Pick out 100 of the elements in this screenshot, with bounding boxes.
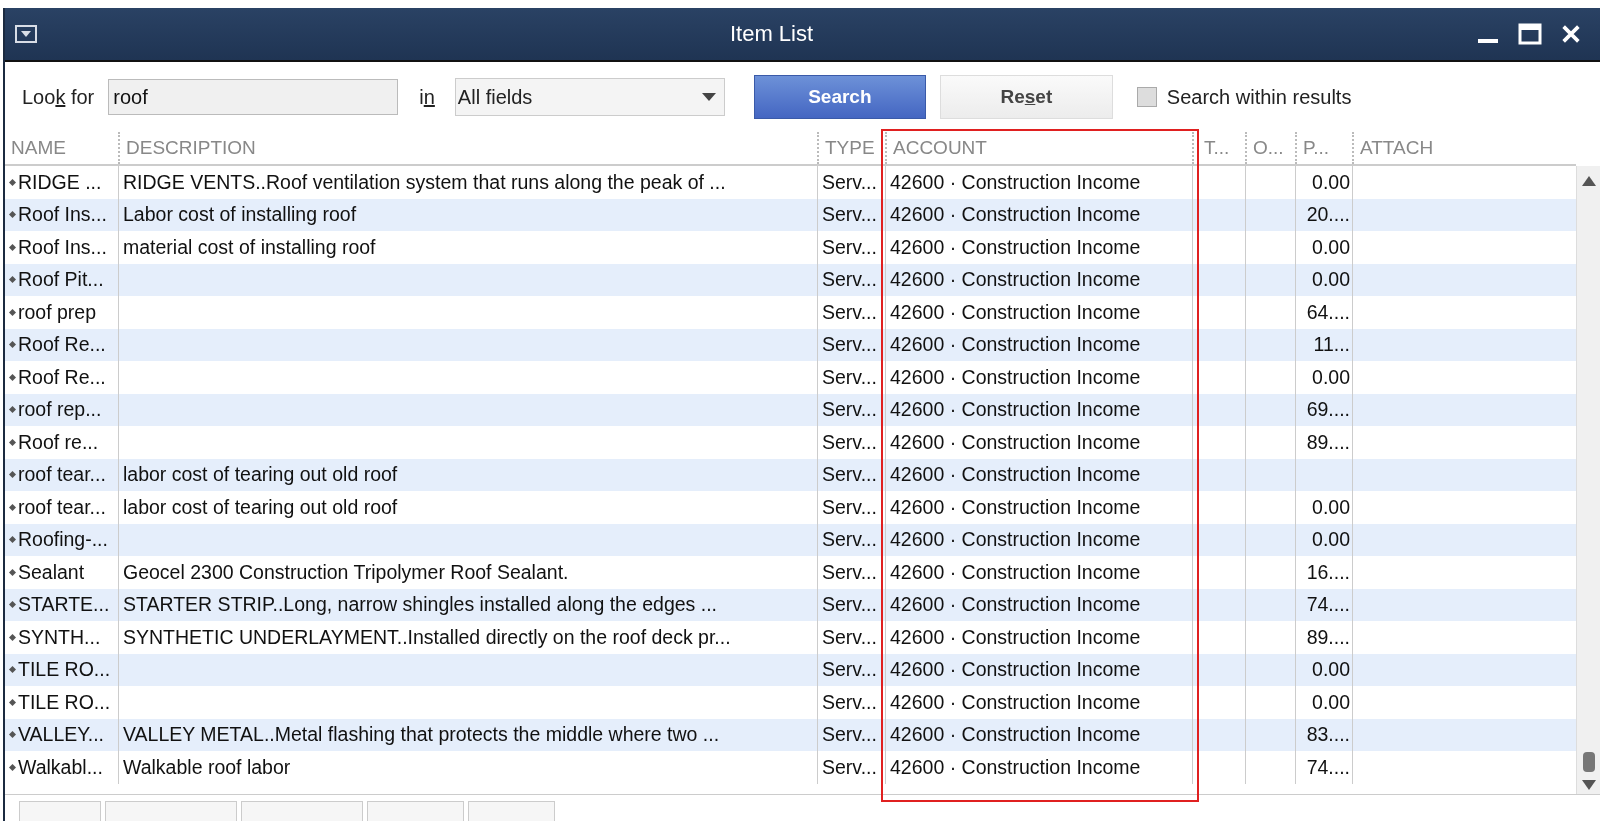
- table-cell: roof tear...: [18, 495, 106, 519]
- table-cell: Serv...: [817, 686, 885, 719]
- diamond-icon: [9, 471, 16, 479]
- table-cell: 42600 · Construction Income: [885, 393, 1192, 426]
- field-dropdown[interactable]: All fields: [454, 78, 725, 116]
- table-cell: Serv...: [817, 166, 885, 199]
- diamond-icon: [9, 536, 16, 544]
- table-cell: Labor cost of installing roof: [118, 198, 817, 231]
- table-cell: 11...: [1295, 328, 1352, 361]
- diamond-icon: [9, 276, 16, 284]
- diamond-icon: [9, 406, 16, 414]
- table-cell: STARTER STRIP..Long, narrow shingles installed along the edges ...: [118, 588, 817, 621]
- vertical-scrollbar[interactable]: [1576, 166, 1600, 794]
- table-cell: Serv...: [817, 393, 885, 426]
- table-cell: RIDGE VENTS..Roof ventilation system that runs along the peak of ...: [118, 166, 817, 199]
- table-cell: Serv...: [817, 231, 885, 264]
- table-cell: Serv...: [817, 556, 885, 589]
- diamond-icon: [9, 698, 16, 706]
- table-cell: RIDGE ...: [18, 170, 102, 194]
- table-cell: 16....: [1295, 556, 1352, 589]
- table-cell: 42600 · Construction Income: [885, 361, 1192, 394]
- table-cell: 74....: [1295, 751, 1352, 784]
- table-cell: Serv...: [817, 718, 885, 751]
- table-cell: 0.00: [1295, 361, 1352, 394]
- table-cell: Serv...: [817, 361, 885, 394]
- column-header[interactable]: TYPE: [817, 132, 885, 164]
- table-cell: 0.00: [1295, 653, 1352, 686]
- search-button[interactable]: Search: [753, 75, 926, 119]
- table-cell: Serv...: [817, 653, 885, 686]
- diamond-icon: [9, 731, 16, 739]
- table-cell: labor cost of tearing out old roof: [118, 491, 817, 524]
- dropdown-arrow-icon: [701, 93, 716, 101]
- scroll-up-icon[interactable]: [1581, 176, 1596, 186]
- column-header[interactable]: ACCOUNT: [885, 132, 1192, 164]
- table-cell: Roof re...: [18, 430, 99, 454]
- close-icon[interactable]: [1560, 23, 1582, 45]
- table-cell: 0.00: [1295, 523, 1352, 556]
- table-cell: 42600 · Construction Income: [885, 231, 1192, 264]
- scroll-down-icon[interactable]: [1581, 780, 1596, 790]
- look-for-field[interactable]: roof: [108, 79, 399, 115]
- diamond-icon: [9, 178, 16, 186]
- table-cell: Walkabl...: [18, 755, 103, 779]
- table-cell: roof tear...: [18, 463, 106, 487]
- table-cell: Roof Ins...: [18, 235, 107, 259]
- table-cell: 83....: [1295, 718, 1352, 751]
- table-cell: 42600 · Construction Income: [885, 166, 1192, 199]
- table-cell: Walkable roof labor: [118, 751, 817, 784]
- table-cell: Serv...: [817, 328, 885, 361]
- column-header[interactable]: P...: [1295, 132, 1352, 164]
- column-header[interactable]: ATTACH: [1352, 132, 1576, 164]
- table-cell: 74....: [1295, 588, 1352, 621]
- table-cell: 0.00: [1295, 263, 1352, 296]
- table-cell: roof prep: [18, 300, 97, 324]
- table-cell: 42600 · Construction Income: [885, 718, 1192, 751]
- scroll-thumb[interactable]: [1582, 752, 1595, 772]
- table-cell: 42600 · Construction Income: [885, 491, 1192, 524]
- table-cell: Roof Pit...: [18, 268, 104, 292]
- table-cell: 0.00: [1295, 166, 1352, 199]
- maximize-icon[interactable]: [1518, 22, 1542, 46]
- table-cell: Roof Re...: [18, 333, 106, 357]
- table-cell: 42600 · Construction Income: [885, 458, 1192, 491]
- column-header[interactable]: T...: [1192, 132, 1245, 164]
- table-cell: 69....: [1295, 393, 1352, 426]
- diamond-icon: [9, 666, 16, 674]
- table-cell: Sealant: [18, 560, 85, 584]
- table-cell: TILE RO...: [18, 658, 111, 682]
- table-cell: 89....: [1295, 621, 1352, 654]
- diamond-icon: [9, 568, 16, 576]
- table-cell: VALLEY...: [18, 723, 104, 747]
- table-cell: Geocel 2300 Construction Tripolymer Roof Sealant.: [118, 556, 817, 589]
- diamond-icon: [9, 373, 16, 381]
- diamond-icon: [9, 308, 16, 316]
- table-cell: 42600 · Construction Income: [885, 556, 1192, 589]
- reset-button[interactable]: Reset: [939, 75, 1113, 119]
- window-title: Item List: [728, 21, 815, 47]
- table-cell: Serv...: [817, 621, 885, 654]
- column-header[interactable]: O...: [1245, 132, 1295, 164]
- column-header[interactable]: NAME: [5, 132, 118, 164]
- table-cell: Serv...: [817, 588, 885, 621]
- table-cell: 89....: [1295, 426, 1352, 459]
- column-header[interactable]: DESCRIPTION: [118, 132, 817, 164]
- diamond-icon: [9, 211, 16, 219]
- diamond-icon: [9, 601, 16, 609]
- table-cell: SYNTHETIC UNDERLAYMENT..Installed directly on the roof deck pr...: [118, 621, 817, 654]
- search-within-results-checkbox[interactable]: Search within results: [1136, 85, 1352, 109]
- table-cell: 42600 · Construction Income: [885, 653, 1192, 686]
- table-cell: Serv...: [817, 491, 885, 524]
- diamond-icon: [9, 243, 16, 251]
- table-cell: Serv...: [817, 523, 885, 556]
- diamond-icon: [9, 763, 16, 771]
- table-cell: STARTE...: [18, 593, 110, 617]
- table-cell: 0.00: [1295, 491, 1352, 524]
- table-cell: 42600 · Construction Income: [885, 751, 1192, 784]
- table-cell: VALLEY METAL..Metal flashing that protects the middle where two ...: [118, 718, 817, 751]
- table-cell: Roof Re...: [18, 365, 106, 389]
- table-cell: Roof Ins...: [18, 203, 107, 227]
- window-menu-icon[interactable]: [15, 25, 37, 43]
- table-cell: 42600 · Construction Income: [885, 588, 1192, 621]
- table-cell: Serv...: [817, 296, 885, 329]
- diamond-icon: [9, 633, 16, 641]
